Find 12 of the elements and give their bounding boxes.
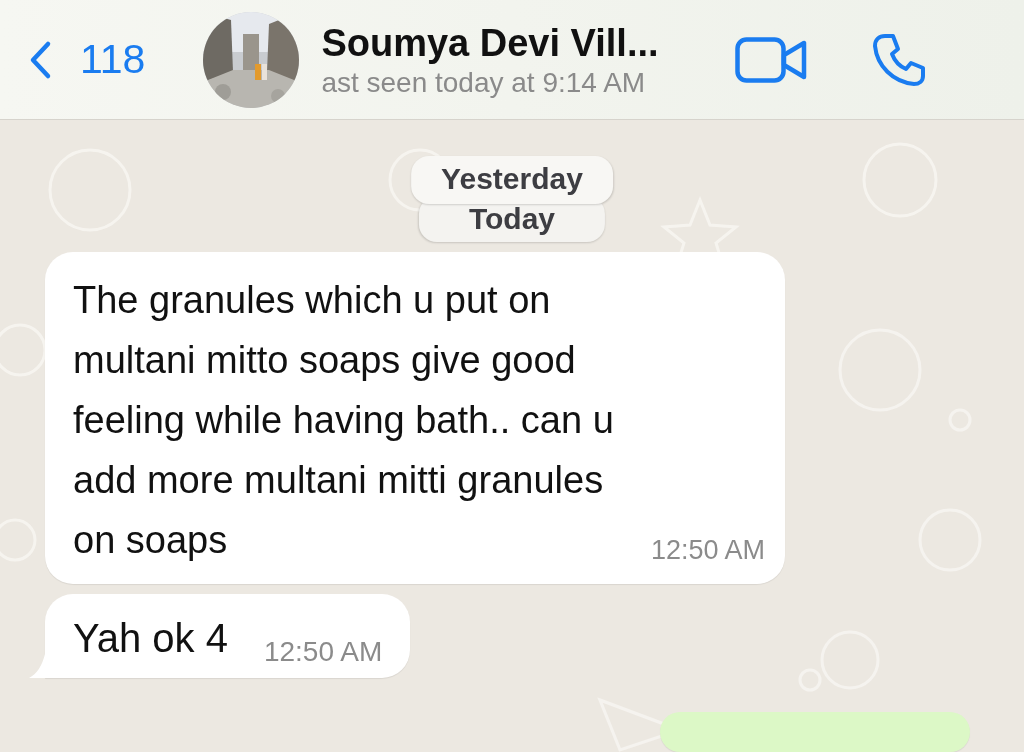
chevron-left-icon — [28, 39, 52, 80]
phone-call-icon[interactable] — [871, 31, 928, 88]
video-call-icon[interactable] — [735, 36, 808, 83]
unread-count: 118 — [80, 36, 146, 83]
message-text: Yah ok 4 — [73, 615, 228, 662]
message-time: 12:50 AM — [650, 535, 765, 566]
date-pill: Yesterday — [411, 156, 613, 204]
contact-name[interactable]: Soumya Devi Vill... — [321, 19, 732, 66]
message-time: 12:50 AM — [263, 636, 383, 668]
back-button[interactable]: 118 — [28, 36, 146, 83]
last-seen-status: ast seen today at 9:14 AM — [321, 65, 647, 100]
message-text: The granules which u put on multani mitto soaps give good feeling while having bath.. can u add more multani mitti granules on soaps — [73, 278, 615, 563]
